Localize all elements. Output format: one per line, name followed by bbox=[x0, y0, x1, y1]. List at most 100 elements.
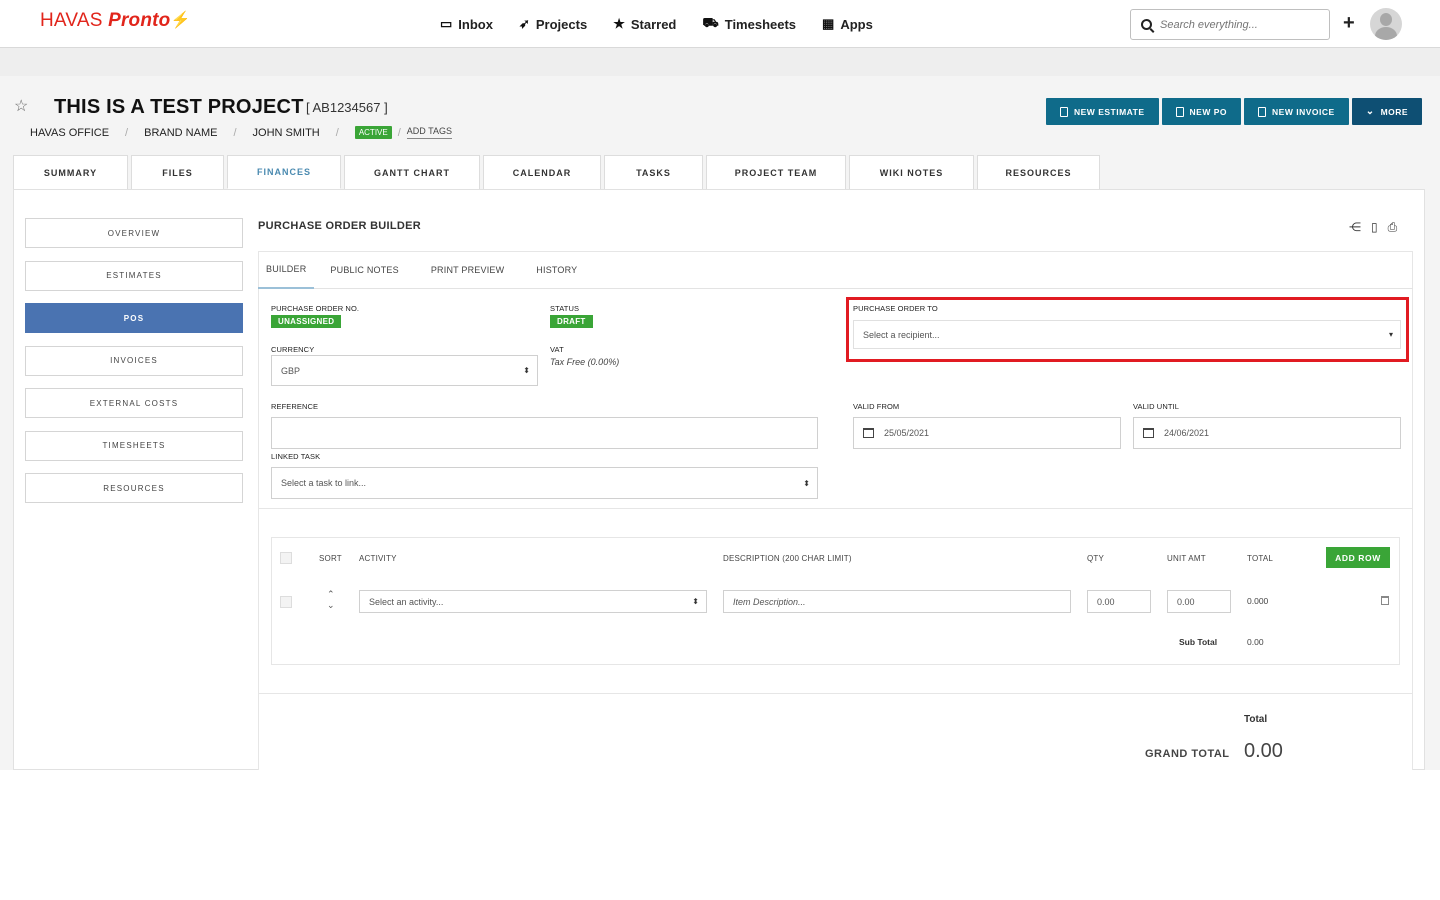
sidebar-item-pos[interactable]: POS bbox=[25, 303, 243, 333]
subtotal-value: 0.00 bbox=[1247, 637, 1264, 647]
chevron-down-icon: ⌄ bbox=[1365, 106, 1375, 117]
total-header: TOTAL bbox=[1247, 554, 1274, 563]
valid-until-label: VALID UNTIL bbox=[1133, 402, 1179, 411]
project-breadcrumb: HAVAS OFFICE / BRAND NAME / JOHN SMITH /… bbox=[30, 126, 452, 139]
status-label: STATUS bbox=[550, 304, 580, 313]
sidebar-item-timesheets[interactable]: TIMESHEETS bbox=[25, 430, 243, 461]
sub-header-strip bbox=[0, 48, 1440, 76]
divider bbox=[258, 693, 1413, 694]
subtab-public-notes[interactable]: PUBLIC NOTES bbox=[314, 251, 414, 289]
project-actions: NEW ESTIMATE NEW PO NEW INVOICE ⌄ MORE bbox=[1046, 98, 1423, 125]
qty-header: QTY bbox=[1087, 554, 1105, 563]
row-checkbox[interactable] bbox=[280, 596, 292, 608]
highlight-box bbox=[846, 297, 1409, 362]
linked-task-select[interactable]: Select a task to link... ⬍ bbox=[271, 467, 818, 499]
sidebar-item-overview[interactable]: OVERVIEW bbox=[25, 218, 243, 248]
tab-tasks[interactable]: TASKS bbox=[604, 155, 703, 189]
divider bbox=[258, 508, 1413, 509]
builder-tools: ⋲ ▯ ⎙ bbox=[1349, 220, 1397, 235]
qty-input[interactable]: 0.00 bbox=[1087, 590, 1151, 613]
more-button[interactable]: ⌄ MORE bbox=[1351, 98, 1423, 125]
office-link[interactable]: HAVAS OFFICE bbox=[30, 127, 109, 139]
unit-amt-input[interactable]: 0.00 bbox=[1167, 590, 1231, 613]
favorite-star-icon[interactable]: ☆ bbox=[14, 96, 28, 116]
calendar-icon bbox=[1143, 428, 1154, 438]
project-title: THIS IS A TEST PROJECT bbox=[54, 96, 304, 118]
nav-starred[interactable]: ★ Starred bbox=[613, 16, 676, 32]
grid-icon: ▦ bbox=[822, 16, 835, 31]
sidebar-item-invoices[interactable]: INVOICES bbox=[25, 345, 243, 376]
top-bar: HAVAS Pronto⚡ ▭ Inbox ➶ Projects ★ Starred … bbox=[0, 0, 1440, 48]
subtotal-label: Sub Total bbox=[1179, 637, 1218, 647]
search-input[interactable] bbox=[1160, 18, 1320, 31]
sort-handle-icon[interactable]: ⌃ ⌄ bbox=[327, 589, 335, 611]
vat-value: Tax Free (0.00%) bbox=[550, 357, 620, 367]
new-estimate-button[interactable]: NEW ESTIMATE bbox=[1046, 98, 1159, 125]
currency-select[interactable]: GBP ⬍ bbox=[271, 355, 538, 386]
updown-caret-icon: ⬍ bbox=[692, 597, 699, 606]
valid-from-date[interactable]: 25/05/2021 bbox=[853, 417, 1121, 449]
sidebar-item-resources[interactable]: RESOURCES bbox=[25, 473, 243, 503]
po-number-label: PURCHASE ORDER NO. bbox=[271, 304, 360, 313]
description-input[interactable]: Item Description... bbox=[723, 590, 1071, 613]
vat-label: VAT bbox=[550, 345, 564, 354]
tab-gantt-chart[interactable]: GANTT CHART bbox=[344, 155, 480, 189]
add-row-button[interactable]: ADD ROW bbox=[1326, 547, 1390, 568]
valid-until-date[interactable]: 24/06/2021 bbox=[1133, 417, 1401, 449]
subtab-history[interactable]: HISTORY bbox=[520, 251, 593, 289]
rocket-icon: ➶ bbox=[518, 16, 530, 31]
delete-row-icon[interactable] bbox=[1381, 596, 1389, 605]
new-invoice-button[interactable]: NEW INVOICE bbox=[1244, 98, 1349, 125]
sidebar-item-estimates[interactable]: ESTIMATES bbox=[25, 260, 243, 291]
sidebar-item-external-costs[interactable]: EXTERNAL COSTS bbox=[25, 388, 243, 418]
owner-link[interactable]: JOHN SMITH bbox=[253, 127, 320, 139]
truck-icon: ⛟ bbox=[702, 15, 719, 30]
tab-wiki-notes[interactable]: WIKI NOTES bbox=[849, 155, 974, 189]
description-header: DESCRIPTION (200 CHAR LIMIT) bbox=[723, 554, 852, 563]
global-search[interactable] bbox=[1130, 9, 1330, 40]
project-tabs: SUMMARY FILES FINANCES GANTT CHART CALEN… bbox=[13, 155, 1100, 189]
pdf-icon[interactable]: ▯ bbox=[1371, 220, 1378, 235]
activity-select[interactable]: Select an activity... ⬍ bbox=[359, 590, 707, 613]
main-nav: ▭ Inbox ➶ Projects ★ Starred ⛟ Timesheets ▦ A… bbox=[440, 0, 873, 48]
tab-finances[interactable]: FINANCES bbox=[227, 155, 341, 189]
estimate-icon bbox=[1060, 106, 1068, 117]
sort-header: SORT bbox=[319, 554, 342, 563]
updown-caret-icon: ⬍ bbox=[803, 478, 810, 488]
valid-from-label: VALID FROM bbox=[853, 402, 900, 411]
nav-timesheets[interactable]: ⛟ Timesheets bbox=[702, 15, 796, 33]
activity-header: ACTIVITY bbox=[359, 554, 397, 563]
tab-summary[interactable]: SUMMARY bbox=[13, 155, 128, 189]
tab-resources[interactable]: RESOURCES bbox=[977, 155, 1100, 189]
add-tags-link[interactable]: ADD TAGS bbox=[406, 126, 452, 139]
draft-status-badge: DRAFT bbox=[550, 315, 593, 328]
tab-files[interactable]: FILES bbox=[131, 155, 224, 189]
avatar[interactable] bbox=[1370, 8, 1402, 40]
document-icon bbox=[1175, 106, 1184, 117]
subtab-builder[interactable]: BUILDER bbox=[258, 251, 315, 289]
updown-caret-icon: ⬍ bbox=[523, 366, 530, 375]
star-icon: ★ bbox=[613, 16, 625, 31]
nav-projects[interactable]: ➶ Projects bbox=[519, 16, 587, 32]
status-badge: ACTIVE bbox=[354, 126, 392, 139]
print-icon[interactable]: ⎙ bbox=[1388, 220, 1398, 235]
calendar-icon bbox=[863, 428, 874, 438]
unit-amt-header: UNIT AMT bbox=[1167, 554, 1206, 563]
select-all-checkbox[interactable] bbox=[280, 552, 292, 564]
row-total: 0.000 bbox=[1247, 596, 1269, 606]
subtab-print-preview[interactable]: PRINT PREVIEW bbox=[415, 251, 520, 289]
invoice-icon bbox=[1258, 106, 1267, 117]
inbox-icon: ▭ bbox=[440, 16, 453, 31]
po-number-badge: UNASSIGNED bbox=[271, 315, 342, 328]
nav-apps[interactable]: ▦ Apps bbox=[822, 16, 873, 32]
share-icon[interactable]: ⋲ bbox=[1349, 220, 1361, 235]
reference-input[interactable] bbox=[271, 417, 818, 449]
nav-inbox[interactable]: ▭ Inbox bbox=[440, 16, 493, 32]
tab-project-team[interactable]: PROJECT TEAM bbox=[706, 155, 846, 189]
add-icon[interactable]: + bbox=[1343, 12, 1355, 35]
havas-pronto-logo[interactable]: HAVAS Pronto⚡ bbox=[40, 10, 191, 32]
new-po-button[interactable]: NEW PO bbox=[1161, 98, 1242, 125]
tab-calendar[interactable]: CALENDAR bbox=[483, 155, 601, 189]
brand-link[interactable]: BRAND NAME bbox=[144, 127, 217, 139]
currency-label: CURRENCY bbox=[271, 345, 315, 354]
